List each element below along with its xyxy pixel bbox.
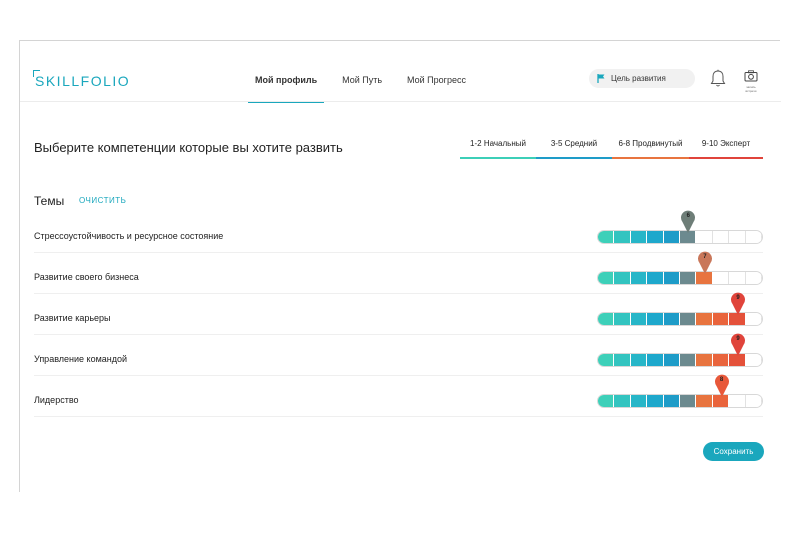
level-segment[interactable] (663, 272, 681, 284)
level-segment[interactable] (614, 272, 631, 284)
nav-my-path[interactable]: Мой Путь (335, 67, 389, 103)
topic-row: Развитие своего бизнеса 7 (34, 251, 763, 294)
level-segment[interactable] (630, 395, 648, 407)
level-segment[interactable] (712, 231, 730, 243)
topic-row: Стрессоустойчивость и ресурсное состояни… (34, 210, 763, 253)
level-segment[interactable] (630, 354, 648, 366)
level-segment[interactable] (663, 313, 681, 325)
level-segment[interactable] (598, 313, 615, 325)
level-segment[interactable] (598, 272, 615, 284)
level-segment[interactable] (729, 272, 746, 284)
level-segment[interactable] (696, 313, 713, 325)
camera-caption: запись встречи (745, 85, 757, 93)
topic-label: Лидерство (34, 395, 79, 405)
level-segment[interactable] (614, 313, 631, 325)
level-segment[interactable] (696, 354, 713, 366)
level-segment[interactable] (680, 395, 697, 407)
level-segment[interactable] (712, 313, 730, 325)
level-segment[interactable] (663, 395, 681, 407)
level-segment[interactable] (745, 313, 762, 325)
level-value: 6 (686, 213, 690, 219)
level-segment[interactable] (647, 272, 664, 284)
level-segment[interactable] (663, 231, 681, 243)
topic-label: Развитие своего бизнеса (34, 272, 139, 282)
level-legend: 1-2 Начальный 3-5 Средний 6-8 Продвинуты… (460, 131, 763, 159)
level-scale[interactable] (597, 394, 763, 408)
level-segment[interactable] (647, 231, 664, 243)
level-segment[interactable] (712, 354, 730, 366)
legend-expert: 9-10 Эксперт (689, 131, 763, 159)
topic-row: Управление командой 9 (34, 333, 763, 376)
level-segment[interactable] (745, 272, 762, 284)
level-segment[interactable] (696, 395, 713, 407)
level-segment[interactable] (729, 395, 746, 407)
legend-advanced: 6-8 Продвинутый (612, 131, 689, 159)
level-value: 9 (736, 295, 740, 301)
level-value: 8 (719, 377, 724, 383)
level-segment[interactable] (745, 395, 762, 407)
topic-row: Развитие карьеры 9 (34, 292, 763, 335)
level-segment[interactable] (680, 354, 697, 366)
nav-my-profile[interactable]: Мой профиль (248, 67, 325, 103)
level-scale[interactable] (597, 271, 763, 285)
save-button[interactable]: Сохранить (703, 442, 764, 461)
header-divider (20, 101, 781, 102)
level-segment[interactable] (696, 231, 713, 243)
level-marker[interactable]: 6 (680, 210, 698, 236)
level-segment[interactable] (745, 231, 762, 243)
bell-icon[interactable] (710, 69, 726, 89)
level-segment[interactable] (598, 395, 615, 407)
level-segment[interactable] (614, 231, 631, 243)
level-segment[interactable] (598, 231, 615, 243)
topic-label: Управление командой (34, 354, 128, 364)
skillfolio-logo[interactable]: SKILLFOLIO (32, 70, 130, 89)
main-nav: Мой профиль Мой Путь Мой Прогресс (248, 67, 484, 103)
level-segment[interactable] (680, 272, 697, 284)
legend-intermediate: 3-5 Средний (536, 131, 612, 159)
level-segment[interactable] (630, 272, 648, 284)
goal-label: Цель развития (611, 74, 666, 83)
level-segment[interactable] (614, 395, 631, 407)
development-goal-button[interactable]: Цель развития (589, 69, 695, 88)
legend-beginner: 1-2 Начальный (460, 131, 536, 159)
level-marker[interactable]: 8 (714, 374, 732, 400)
page-heading: Выберите компетенции которые вы хотите р… (34, 140, 343, 155)
level-segment[interactable] (598, 354, 615, 366)
flag-icon (597, 74, 605, 83)
topic-label: Развитие карьеры (34, 313, 111, 323)
nav-my-progress[interactable]: Мой Прогресс (400, 67, 473, 103)
level-marker[interactable]: 9 (730, 292, 748, 318)
level-segment[interactable] (712, 272, 730, 284)
level-marker[interactable]: 7 (697, 251, 715, 277)
level-value: 9 (736, 336, 740, 342)
level-segment[interactable] (729, 231, 746, 243)
level-segment[interactable] (647, 395, 664, 407)
level-segment[interactable] (647, 313, 664, 325)
level-marker[interactable]: 9 (730, 333, 748, 359)
app-frame: SKILLFOLIO Мой профиль Мой Путь Мой Прог… (19, 40, 781, 492)
topic-row: Лидерство 8 (34, 374, 763, 417)
level-segment[interactable] (663, 354, 681, 366)
level-segment[interactable] (630, 313, 648, 325)
level-segment[interactable] (745, 354, 762, 366)
topic-label: Стрессоустойчивость и ресурсное состояни… (34, 231, 224, 241)
level-segment[interactable] (680, 313, 697, 325)
level-segment[interactable] (630, 231, 648, 243)
camera-icon[interactable] (744, 70, 758, 82)
level-segment[interactable] (614, 354, 631, 366)
level-segment[interactable] (647, 354, 664, 366)
topics-title: Темы (34, 194, 65, 208)
level-value: 7 (703, 254, 707, 260)
clear-button[interactable]: ОЧИСТИТЬ (79, 196, 126, 205)
